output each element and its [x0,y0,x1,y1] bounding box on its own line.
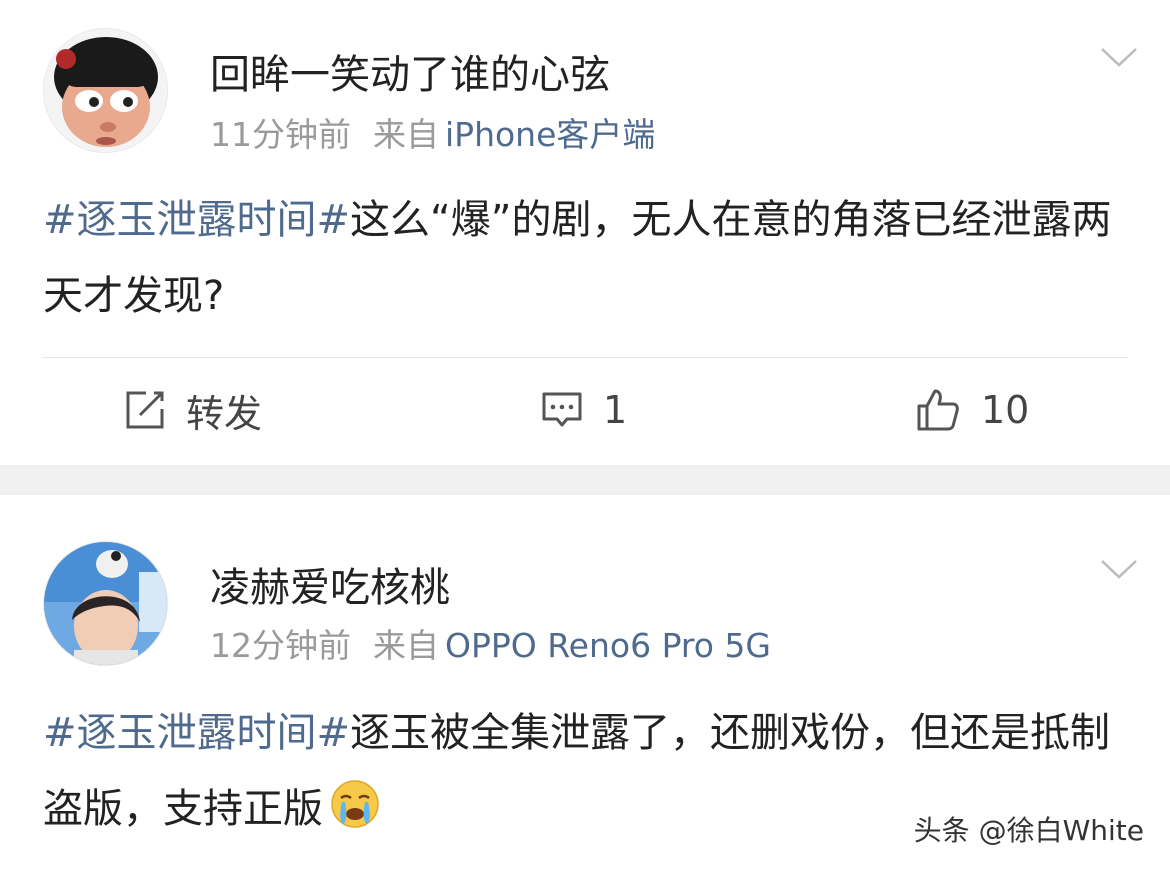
repost-label: 转发 [186,391,263,436]
source-label: 来自 [373,626,439,665]
repost-button[interactable]: 转发 [124,385,263,436]
comment-count: 1 [603,388,628,432]
source-device[interactable]: OPPO Reno6 Pro 5G [445,626,771,665]
source-label: 来自 [373,115,439,154]
divider [42,357,1128,358]
avatar[interactable] [43,28,168,153]
username[interactable]: 回眸一笑动了谁的心弦 [210,42,610,100]
watermark: 头条 @徐白White [913,814,1144,847]
hashtag-link[interactable]: #逐玉泄露时间# [43,197,350,243]
comment-button[interactable]: 1 [541,385,627,435]
avatar[interactable] [43,541,168,666]
like-count: 10 [981,388,1030,432]
source-device[interactable]: iPhone客户端 [445,115,655,154]
chevron-down-icon[interactable] [1100,46,1138,68]
post-time: 12分钟前 [210,626,351,665]
weibo-post: 回眸一笑动了谁的心弦 11分钟前 来自 iPhone客户端 #逐玉泄露时间#这么“爆… [0,0,1170,465]
like-icon [915,387,961,433]
hashtag-link[interactable]: #逐玉泄露时间# [43,710,350,756]
username[interactable]: 凌赫爱吃核桃 [210,555,450,613]
post-content: #逐玉泄露时间#这么“爆”的剧，无人在意的角落已经泄露两天才发现? [43,182,1133,334]
like-button[interactable]: 10 [915,385,1029,435]
post-meta: 12分钟前 来自 OPPO Reno6 Pro 5G [210,619,771,667]
repost-icon [124,389,166,431]
action-bar: 转发 1 10 [0,385,1170,436]
crying-emoji-icon [329,778,381,830]
chevron-down-icon[interactable] [1100,558,1138,580]
comment-icon [541,389,583,431]
post-time: 11分钟前 [210,115,351,154]
post-separator [0,465,1170,495]
post-meta: 11分钟前 来自 iPhone客户端 [210,108,655,156]
